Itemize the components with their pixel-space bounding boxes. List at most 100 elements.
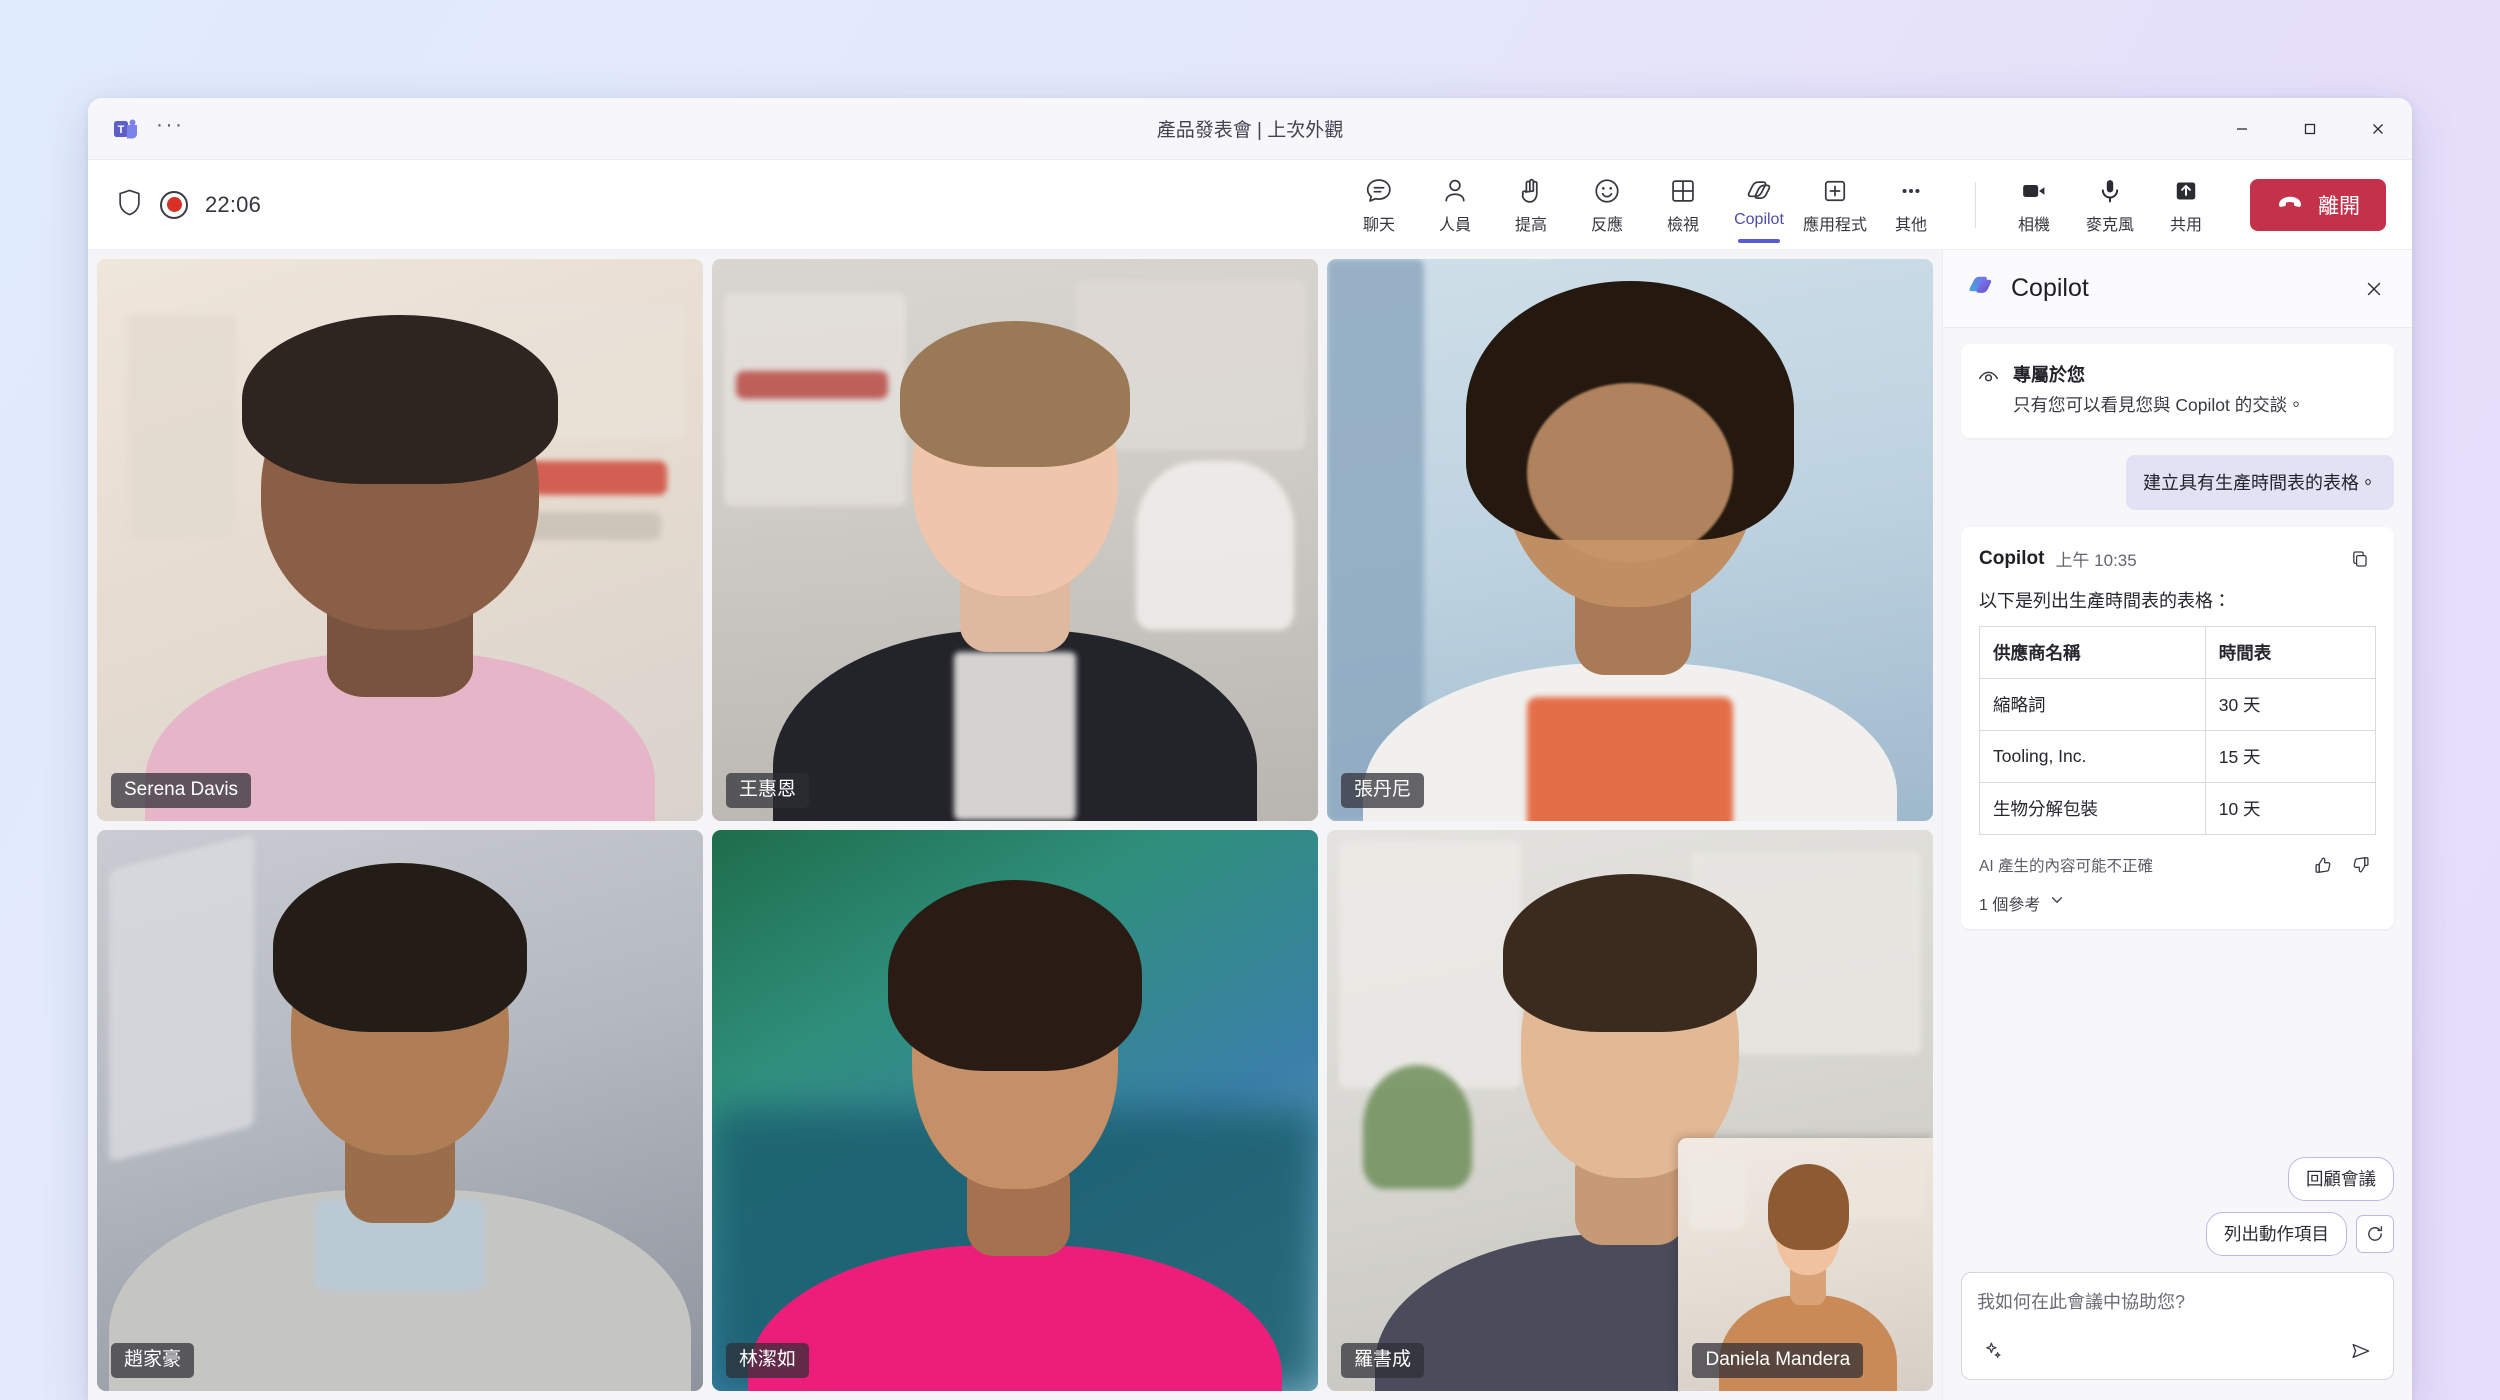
thumbs-down-icon[interactable] (2346, 850, 2376, 880)
production-schedule-table: 供應商名稱 時間表 縮略詞 30 天 Tooling, Inc. 15 天 生物… (1979, 625, 2377, 835)
close-button[interactable] (2344, 98, 2412, 159)
copilot-response-card: Copilot 上午 10:35 以下是列出生產時間表的表格： 供應商名稱 時間… (1961, 526, 2394, 929)
table-cell: Tooling, Inc. (1979, 729, 2206, 783)
apps-plus-icon (1820, 176, 1850, 206)
device-tool-group: 相機 麥克風 共用 離開 (1996, 170, 2386, 240)
tool-reactions[interactable]: 反應 (1569, 170, 1645, 240)
response-header: Copilot 上午 10:35 (1979, 543, 2376, 575)
references-label: 1 個參考 (1979, 896, 2041, 914)
video-tile[interactable]: Serena Davis (97, 259, 703, 821)
title-bar: T ··· 產品發表會 | 上次外觀 (88, 98, 2412, 160)
table-cell: 10 天 (2204, 781, 2377, 835)
table-cell: 15 天 (2204, 729, 2377, 783)
tool-copilot[interactable]: Copilot (1721, 170, 1797, 240)
teams-window: T ··· 產品發表會 | 上次外觀 22:06 聊天 人員 提高 反應 檢視 … (88, 98, 2412, 1400)
video-feed (712, 829, 1318, 1391)
suggestion-chip-action-items[interactable]: 列出動作項目 (2206, 1212, 2347, 1256)
minimize-button[interactable] (2208, 98, 2276, 159)
chevron-down-icon (2049, 892, 2065, 913)
participant-name: 王惠恩 (726, 772, 810, 808)
tool-more[interactable]: 其他 (1873, 170, 1949, 240)
teams-logo-icon: T (112, 115, 140, 143)
video-tile[interactable]: 趙家豪 (97, 829, 703, 1391)
tool-view[interactable]: 檢視 (1645, 170, 1721, 240)
send-icon[interactable] (2344, 1334, 2378, 1368)
hangup-icon (2276, 193, 2304, 217)
tool-label: 人員 (1438, 216, 1471, 234)
tool-people[interactable]: 人員 (1417, 170, 1493, 240)
eye-icon (1977, 361, 2000, 419)
video-tile[interactable]: 林潔如 (712, 829, 1318, 1391)
tool-raise-hand[interactable]: 提高 (1493, 170, 1569, 240)
ai-disclaimer: AI 產生的內容可能不正確 (1979, 857, 2153, 875)
response-footer: AI 產生的內容可能不正確 (1979, 850, 2376, 880)
composer-area: 我如何在此會議中協助您? (1943, 1260, 2412, 1400)
copilot-title: Copilot (2011, 274, 2089, 302)
tool-camera[interactable]: 相機 (1996, 170, 2072, 240)
copy-icon[interactable] (2344, 543, 2376, 575)
suggestion-chips: 回顧會議 列出動作項目 (1943, 1147, 2412, 1260)
participant-name: 林潔如 (726, 1343, 810, 1378)
table-cell: 縮略詞 (1979, 677, 2206, 731)
svg-text:T: T (118, 124, 125, 136)
tool-label: 提高 (1514, 216, 1547, 234)
copilot-icon (1744, 176, 1774, 206)
people-icon (1440, 176, 1470, 206)
camera-icon (2019, 176, 2049, 206)
composer-placeholder: 我如何在此會議中協助您? (1977, 1292, 2186, 1312)
more-dots-icon (1896, 176, 1926, 206)
table-header-cell: 供應商名稱 (1979, 625, 2206, 679)
suggestion-row: 列出動作項目 (2206, 1212, 2394, 1256)
tool-label: 應用程式 (1802, 216, 1867, 234)
participant-name: 張丹尼 (1341, 772, 1425, 808)
tool-share[interactable]: 共用 (2148, 170, 2224, 240)
composer-actions (1977, 1334, 2378, 1368)
table-row: 生物分解包裝 10 天 (1979, 781, 2377, 835)
share-up-icon (2171, 176, 2201, 206)
window-overflow-menu[interactable]: ··· (156, 114, 184, 138)
privacy-notice-title: 專屬於您 (2013, 365, 2085, 385)
suggestion-row: 回顧會議 (2288, 1157, 2394, 1201)
message-composer[interactable]: 我如何在此會議中協助您? (1961, 1272, 2394, 1380)
references-toggle[interactable]: 1 個參考 (1979, 891, 2065, 915)
shield-icon[interactable] (116, 188, 143, 222)
table-row: 縮略詞 30 天 (1979, 677, 2377, 731)
tool-apps[interactable]: 應用程式 (1797, 170, 1873, 240)
raise-hand-icon (1516, 176, 1546, 206)
copilot-conversation[interactable]: 專屬於您 只有您可以看見您與 Copilot 的交談。 建立具有生產時間表的表格… (1943, 328, 2412, 1147)
video-tile[interactable]: 張丹尼 (1327, 259, 1933, 821)
participant-name: 趙家豪 (111, 1343, 195, 1378)
maximize-button[interactable] (2276, 98, 2344, 159)
tool-label: 反應 (1590, 216, 1623, 234)
suggestion-chip-recap[interactable]: 回顧會議 (2288, 1157, 2394, 1201)
toolbar-divider (1975, 181, 1976, 228)
close-icon[interactable] (2354, 269, 2394, 309)
tool-chat[interactable]: 聊天 (1341, 170, 1417, 240)
privacy-notice-card: 專屬於您 只有您可以看見您與 Copilot 的交談。 (1961, 344, 2394, 438)
self-view-name: Daniela Mandera (1692, 1343, 1864, 1378)
sparkle-icon[interactable] (1977, 1334, 2011, 1368)
video-feed (1327, 259, 1933, 821)
leave-meeting-button[interactable]: 離開 (2250, 178, 2386, 231)
video-tile[interactable]: 王惠恩 (712, 259, 1318, 821)
meeting-content: Serena Davis 王惠恩 張丹尼 趙家豪 林潔如 羅書成 Daniela… (88, 250, 2412, 1400)
table-header-cell: 時間表 (2204, 625, 2377, 679)
refresh-icon[interactable] (2356, 1215, 2394, 1253)
tool-microphone[interactable]: 麥克風 (2072, 170, 2148, 240)
view-grid-icon (1668, 176, 1698, 206)
privacy-notice-body: 只有您可以看見您與 Copilot 的交談。 (2013, 395, 2305, 415)
response-intro: 以下是列出生產時間表的表格： (1979, 590, 2231, 611)
participant-name: Serena Davis (111, 772, 252, 808)
copilot-header: Copilot (1943, 250, 2412, 328)
chat-icon (1364, 176, 1394, 206)
thumbs-up-icon[interactable] (2308, 850, 2338, 880)
video-tile[interactable]: 羅書成 Daniela Mandera (1327, 829, 1933, 1391)
reactions-icon (1592, 176, 1622, 206)
record-icon[interactable] (160, 190, 188, 219)
user-message: 建立具有生產時間表的表格。 (2126, 454, 2394, 510)
copilot-panel: Copilot 專屬於您 只有您可以看見您與 Copilot 的交談。 建立具有… (1942, 250, 2412, 1400)
self-view-tile[interactable]: Daniela Mandera (1678, 1138, 1933, 1391)
table-cell: 生物分解包裝 (1979, 781, 2206, 835)
participant-name: 羅書成 (1341, 1343, 1425, 1378)
table-header-row: 供應商名稱 時間表 (1979, 625, 2377, 679)
